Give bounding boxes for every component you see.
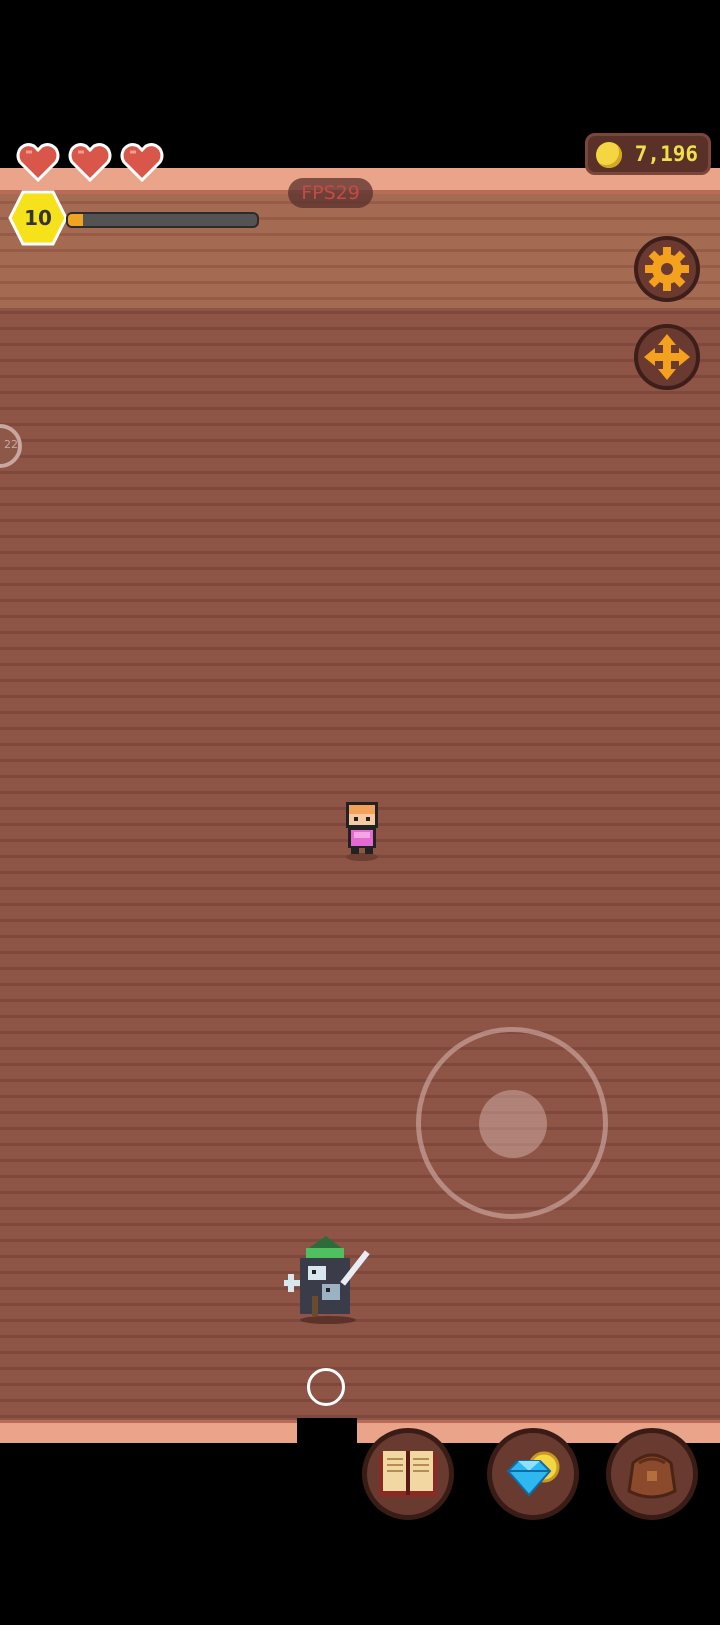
settings-button[interactable] [634,236,700,302]
pink-hero-sprite [346,802,378,861]
coin-icon [596,142,622,168]
leather-bag-icon [627,1453,677,1499]
fps-counter: FPS29 [288,178,373,208]
side-tab-label: 22 [4,438,18,451]
four-way-arrows-icon [644,334,690,380]
inventory-button[interactable] [606,1428,698,1520]
health-hearts [16,142,164,182]
level-badge: 10 [8,190,68,246]
heart-icon [16,142,60,182]
joystick-knob[interactable] [479,1090,547,1158]
spellbook-icon [379,1451,437,1497]
room-bottom-wall-left [0,1420,297,1443]
move-mode-button[interactable] [634,324,700,390]
gem-and-coin-icon [506,1451,560,1497]
level-number: 10 [24,206,52,230]
spellbook-button[interactable] [362,1428,454,1520]
heart-icon [68,142,112,182]
xp-bar [66,212,259,228]
room-doorway [297,1418,357,1448]
shop-button[interactable] [487,1428,579,1520]
gear-icon [645,247,689,291]
coin-counter: 7,196 [585,133,711,175]
xp-bar-fill [68,214,84,226]
coin-value: 7,196 [634,142,698,166]
enemy-group-sprite [284,1236,370,1324]
target-indicator-ring [307,1368,345,1406]
heart-icon [120,142,164,182]
